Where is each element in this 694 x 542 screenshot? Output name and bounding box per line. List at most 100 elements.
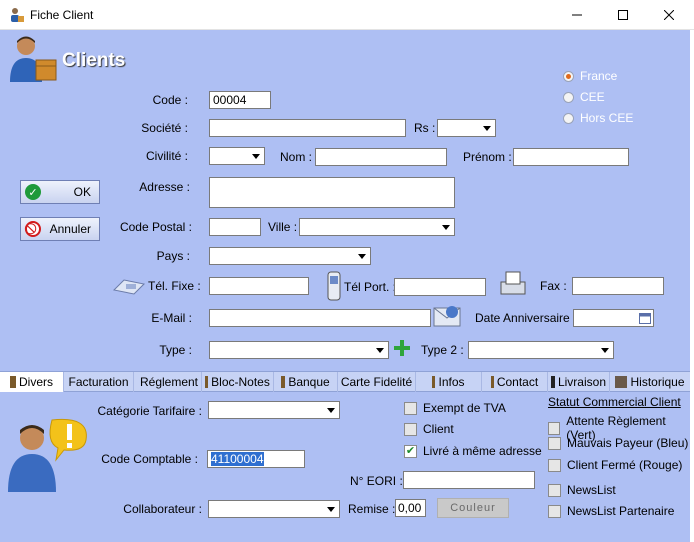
code-field[interactable]: 00004 [209, 91, 271, 109]
checkbox-box [404, 401, 417, 415]
rs-label: Rs : [414, 121, 436, 135]
anniversaire-field[interactable] [573, 309, 654, 327]
rs-select[interactable] [437, 119, 496, 137]
tab-carte-fidelite[interactable]: Carte Fidelité [338, 372, 416, 392]
societe-label: Société : [141, 121, 188, 135]
check-icon: ✓ [25, 184, 41, 200]
type-select[interactable] [209, 341, 389, 359]
checkbox-box [548, 504, 561, 518]
client-form: Clients France CEE Hors CEE ✓ OK ⃠ Annul… [0, 30, 690, 371]
statut-title: Statut Commercial Client [548, 395, 681, 409]
radio-dot [563, 70, 574, 82]
fax-icon [500, 271, 526, 295]
tel-port-label: Tél Port. : [344, 280, 397, 294]
tab-contact[interactable]: Contact [482, 372, 548, 392]
tab-icon [281, 376, 286, 388]
add-plus-icon[interactable] [393, 339, 411, 357]
checkbox-box [404, 422, 417, 436]
exempt-tva-checkbox[interactable]: Exempt de TVA [404, 401, 506, 415]
minimize-icon [572, 14, 582, 16]
close-button[interactable] [646, 0, 692, 30]
checkbox-box [548, 458, 561, 472]
tab-historique[interactable]: Historique [610, 372, 690, 392]
tab-facturation[interactable]: Facturation [64, 372, 134, 392]
civilite-label: Civilité : [145, 149, 188, 163]
chevron-down-icon [323, 402, 339, 418]
divers-pane: Catégorie Tarifaire : Code Comptable : 4… [0, 392, 690, 542]
eori-label: N° EORI : [350, 474, 403, 488]
code-comptable-label: Code Comptable : [101, 452, 198, 466]
tel-fixe-field[interactable] [209, 277, 309, 295]
email-field[interactable] [209, 309, 431, 327]
code-comptable-field[interactable]: 41100004 [207, 450, 305, 468]
radio-cee[interactable]: CEE [563, 90, 605, 104]
ville-label: Ville : [268, 220, 298, 234]
cp-label: Code Postal : [119, 220, 192, 234]
maximize-button[interactable] [600, 0, 646, 30]
nom-field[interactable] [315, 148, 447, 166]
chevron-down-icon [372, 342, 388, 358]
radio-hors-cee[interactable]: Hors CEE [563, 111, 633, 125]
newslist-checkbox[interactable]: NewsList [548, 483, 616, 497]
checkbox-box [404, 444, 417, 458]
tab-infos[interactable]: Infos [416, 372, 482, 392]
ville-select[interactable] [299, 218, 455, 236]
client-checkbox[interactable]: Client [404, 422, 454, 436]
tab-divers[interactable]: Divers [0, 372, 64, 392]
type-label: Type : [159, 343, 192, 357]
tab-icon [615, 376, 628, 388]
adresse-label: Adresse : [139, 180, 190, 194]
chevron-down-icon [438, 219, 454, 235]
radio-france[interactable]: France [563, 69, 617, 83]
remise-label: Remise : [348, 502, 396, 516]
chevron-down-icon [248, 148, 264, 164]
tel-port-field[interactable] [394, 278, 486, 296]
code-label: Code : [152, 93, 188, 107]
mauvais-payeur-checkbox[interactable]: Mauvais Payeur (Bleu) [548, 436, 688, 450]
forbidden-icon: ⃠ [25, 221, 41, 237]
tab-icon [432, 376, 436, 388]
civilite-select[interactable] [209, 147, 265, 165]
tel-fixe-label: Tél. Fixe : [148, 279, 201, 293]
pays-label: Pays : [156, 249, 190, 263]
livre-meme-adresse-checkbox[interactable]: Livré à même adresse [404, 444, 542, 458]
remise-field[interactable]: 0,00 [395, 499, 426, 517]
type2-select[interactable] [468, 341, 614, 359]
societe-field[interactable] [209, 119, 406, 137]
adresse-field[interactable] [209, 177, 455, 208]
checkbox-box [548, 483, 561, 497]
prenom-label: Prénom : [463, 150, 512, 164]
prenom-field[interactable] [513, 148, 629, 166]
eori-field[interactable] [403, 471, 535, 489]
categorie-label: Catégorie Tarifaire : [97, 404, 203, 418]
tab-livraison[interactable]: Livraison [548, 372, 610, 392]
pays-select[interactable] [209, 247, 371, 265]
tab-bloc-notes[interactable]: Bloc-Notes [202, 372, 274, 392]
newslist-partenaire-checkbox[interactable]: NewsList Partenaire [548, 504, 674, 518]
collaborateur-label: Collaborateur : [123, 502, 202, 516]
window-title: Fiche Client [30, 8, 94, 22]
cancel-button[interactable]: ⃠ Annuler [20, 217, 100, 241]
minimize-button[interactable] [554, 0, 600, 30]
couleur-button[interactable]: Couleur [437, 498, 509, 518]
collaborateur-select[interactable] [208, 500, 340, 518]
client-ferme-checkbox[interactable]: Client Fermé (Rouge) [548, 458, 682, 472]
tab-icon [9, 376, 16, 388]
tab-icon [205, 376, 209, 388]
fax-field[interactable] [572, 277, 664, 295]
calendar-icon[interactable] [639, 312, 651, 324]
radio-dot [563, 112, 574, 124]
tab-icon [551, 376, 555, 388]
tab-icon [490, 376, 494, 388]
categorie-select[interactable] [208, 401, 340, 419]
mobile-phone-icon [327, 271, 341, 301]
tab-reglement[interactable]: Réglement [134, 372, 202, 392]
radio-dot [563, 91, 574, 103]
tab-banque[interactable]: Banque [274, 372, 338, 392]
chevron-down-icon [479, 120, 495, 136]
anniversaire-label: Date Anniversaire : [475, 311, 577, 325]
email-label: E-Mail : [151, 311, 192, 325]
cp-field[interactable] [209, 218, 261, 236]
phone-icon [112, 279, 146, 295]
ok-button[interactable]: ✓ OK [20, 180, 100, 204]
